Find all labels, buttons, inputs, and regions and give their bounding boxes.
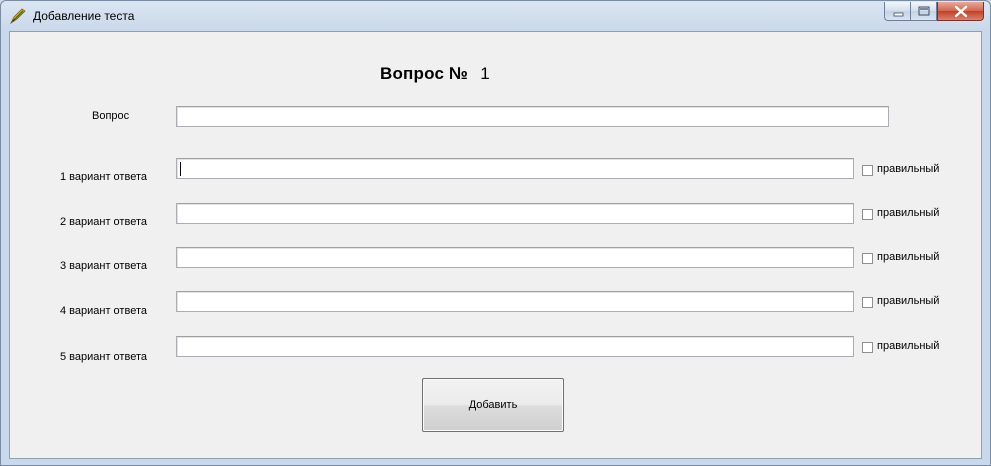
window-title: Добавление теста: [33, 9, 135, 23]
answer-5-checkbox-box[interactable]: [862, 342, 873, 353]
maximize-button[interactable]: [911, 2, 937, 21]
app-quill-icon: [9, 8, 27, 25]
answer-2-checkbox-label: правильный: [877, 207, 940, 219]
answer-3-checkbox-label: правильный: [877, 251, 940, 263]
minimize-icon: [885, 10, 912, 24]
answer-3-input[interactable]: [176, 247, 854, 268]
answer-2-input[interactable]: [176, 203, 854, 224]
add-button[interactable]: Добавить: [422, 378, 564, 432]
title-bar[interactable]: Добавление теста: [1, 1, 990, 31]
answer-1-label: 1 вариант ответа: [60, 171, 147, 183]
answer-5-checkbox-label: правильный: [877, 340, 940, 352]
answer-4-input[interactable]: [176, 291, 854, 312]
answer-2-checkbox-box[interactable]: [862, 209, 873, 220]
answer-1-checkbox-label: правильный: [877, 163, 940, 175]
close-button[interactable]: [937, 2, 984, 21]
minimize-button[interactable]: [884, 2, 911, 21]
answer-2-label: 2 вариант ответа: [60, 216, 147, 228]
close-icon: [938, 5, 985, 24]
answer-4-label: 4 вариант ответа: [60, 305, 147, 317]
question-input[interactable]: [176, 106, 889, 127]
text-cursor: [180, 162, 181, 176]
answer-5-input[interactable]: [176, 336, 854, 357]
question-number: 1: [480, 64, 490, 83]
question-heading: Вопрос № 1: [380, 64, 490, 84]
answer-1-checkbox-box[interactable]: [862, 165, 873, 176]
answer-4-checkbox-label: правильный: [877, 295, 940, 307]
answer-3-label: 3 вариант ответа: [60, 260, 147, 272]
answer-3-checkbox-box[interactable]: [862, 253, 873, 264]
answer-4-checkbox-box[interactable]: [862, 297, 873, 308]
answer-5-label: 5 вариант ответа: [60, 351, 147, 363]
question-label: Вопрос: [92, 110, 130, 122]
question-heading-label: Вопрос №: [380, 64, 469, 83]
maximize-icon: [911, 6, 937, 24]
answer-1-input[interactable]: [176, 158, 854, 179]
